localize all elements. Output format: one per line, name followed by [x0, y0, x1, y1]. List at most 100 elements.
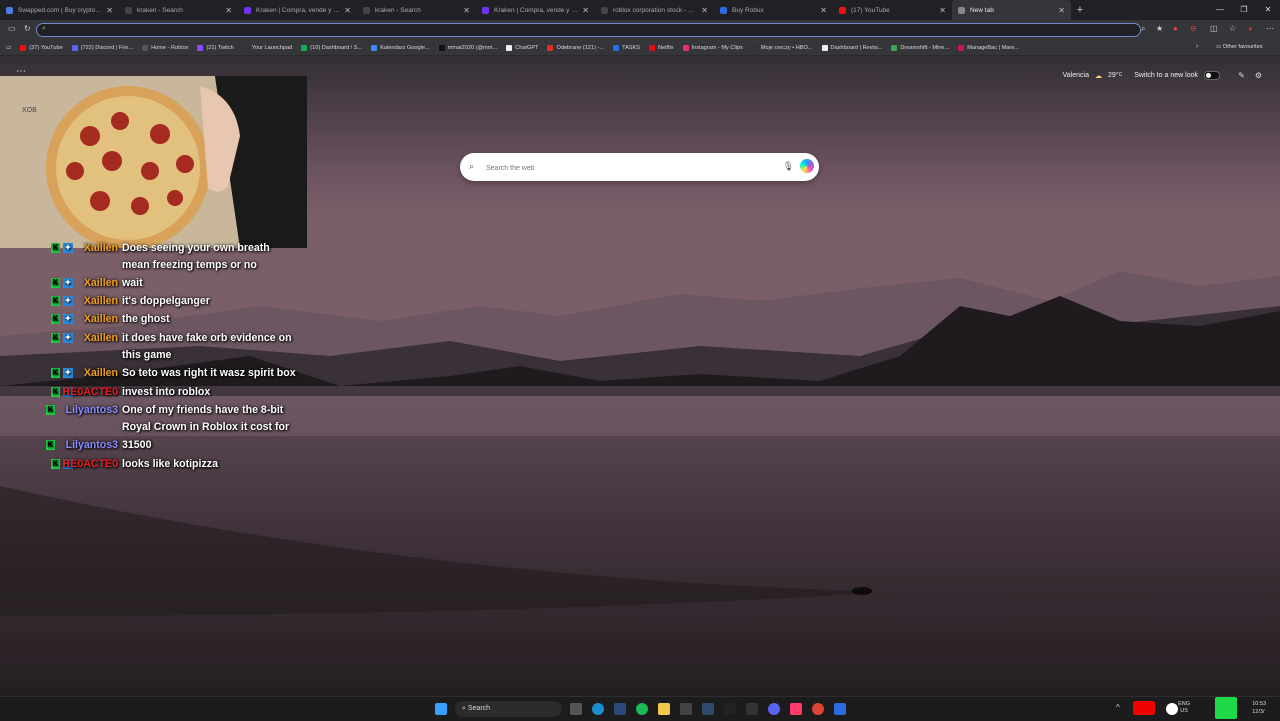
close-icon[interactable]: ✕ — [939, 6, 946, 15]
browser-tab[interactable]: kraken - Search ✕ — [357, 0, 476, 20]
new-tab-button[interactable]: + — [1071, 4, 1089, 16]
bookmark-item[interactable]: (21) Twitch — [197, 44, 234, 51]
chrome-icon[interactable] — [812, 703, 824, 715]
pencil-icon[interactable]: ✎ — [1238, 71, 1245, 80]
chat-username[interactable]: Xaillen — [84, 275, 118, 292]
copilot-icon[interactable] — [800, 159, 814, 173]
gear-icon[interactable]: ⚙ — [1255, 71, 1262, 80]
close-icon[interactable]: ✕ — [1058, 6, 1065, 15]
browser-tab[interactable]: New tab ✕ — [952, 0, 1071, 20]
clock[interactable]: 10:53 12/3/ — [1252, 700, 1266, 716]
web-search-box[interactable]: ⌕ 🎙 — [460, 153, 819, 181]
bookmark-item[interactable]: Dreamshift - Mine... — [891, 44, 949, 51]
extension-icon[interactable]: ● — [1173, 24, 1178, 33]
chevron-up-icon[interactable]: ^ — [1116, 703, 1120, 712]
chat-username[interactable]: Xaillen — [84, 240, 118, 257]
start-windows-icon[interactable] — [435, 703, 447, 715]
kick-overlay-icon — [1215, 697, 1237, 719]
browser-tab[interactable]: Kraken | Compra, vende y opera co✕ — [476, 0, 595, 20]
bookmark-item[interactable]: Odebrane (121) -... — [547, 44, 604, 51]
tiktok-icon[interactable] — [790, 703, 802, 715]
folder-icon[interactable]: ▭ — [6, 45, 11, 51]
chat-username[interactable]: Xaillen — [84, 293, 118, 310]
new-look-toggle[interactable] — [1204, 71, 1220, 80]
app-icon[interactable] — [746, 703, 758, 715]
restore-icon[interactable]: ❐ — [1232, 0, 1256, 20]
chat-username[interactable]: RE0ACTE0 — [63, 384, 118, 401]
browser-tab[interactable]: (17) YouTube ✕ — [833, 0, 952, 20]
tab-title: kraken - Search — [375, 6, 421, 14]
other-favourites[interactable]: ▭ Other favourites — [1216, 44, 1263, 50]
browser-tab[interactable]: roblox corporation stock - Search ✕ — [595, 0, 714, 20]
bookmark-item[interactable]: ManageBac | Mare... — [958, 44, 1019, 51]
extension-icon[interactable]: ⊖ — [1190, 24, 1197, 33]
app-icon[interactable] — [702, 703, 714, 715]
app-tray-icon[interactable] — [1166, 703, 1178, 715]
close-icon[interactable]: ✕ — [463, 6, 470, 15]
edge-icon[interactable] — [592, 703, 604, 715]
reload-icon[interactable]: ↻ — [24, 24, 31, 33]
steam-icon[interactable] — [614, 703, 626, 715]
browser-tab[interactable]: kraken - Search ✕ — [119, 0, 238, 20]
weather-city: Valencia — [1062, 72, 1089, 79]
close-icon[interactable]: ✕ — [582, 6, 589, 15]
bookmark-item[interactable]: Home - Roblox — [142, 44, 189, 51]
zoom-icon[interactable]: ⌕ — [1141, 24, 1145, 34]
browser-tab[interactable]: Buy Robux ✕ — [714, 0, 833, 20]
language-indicator[interactable]: ENG US — [1178, 701, 1190, 715]
bookmark-item[interactable]: mmat2020 (@mm... — [438, 44, 497, 51]
close-icon[interactable]: ✕ — [344, 6, 351, 15]
bookmark-label: Home - Roblox — [151, 44, 189, 51]
app-icon[interactable] — [724, 703, 736, 715]
search-input[interactable] — [484, 160, 778, 176]
minimize-icon[interactable]: — — [1208, 0, 1232, 20]
chat-text-line: invest into roblox — [122, 386, 211, 398]
app-icon[interactable] — [680, 703, 692, 715]
chat-username[interactable]: RE0ACTE0 — [63, 456, 118, 473]
close-icon[interactable]: ✕ — [820, 6, 827, 15]
chat-badges: K ✦ — [51, 278, 73, 288]
bookmark-item[interactable]: TASKS — [613, 44, 640, 51]
taskbar-search[interactable]: ⌕ Search — [455, 701, 562, 717]
bookmark-item[interactable]: Kalendarz Google... — [371, 44, 430, 51]
spotify-icon[interactable] — [636, 703, 648, 715]
bookmark-item[interactable]: (10) Dashboard / S... — [301, 44, 362, 51]
bookmark-item[interactable]: Your Launchpad — [242, 44, 292, 51]
task-view-icon[interactable] — [570, 703, 582, 715]
close-icon[interactable]: ✕ — [701, 6, 708, 15]
discord-icon[interactable] — [768, 703, 780, 715]
favorites-icon[interactable]: ☆ — [1229, 24, 1236, 33]
sidebar-icon[interactable]: ▭ — [8, 24, 16, 33]
bookmark-item[interactable]: ChatGPT — [506, 44, 538, 51]
chat-username[interactable]: Xaillen — [84, 330, 118, 347]
chevron-right-icon[interactable]: › — [1196, 43, 1198, 50]
bookmark-item[interactable]: (37) YouTube — [20, 44, 63, 51]
browser-tab[interactable]: Swapped.com | Buy crypto with yo ✕ — [0, 0, 119, 20]
close-icon[interactable]: ✕ — [225, 6, 232, 15]
bookmark-item[interactable]: Netflix — [649, 44, 674, 51]
file-explorer-icon[interactable] — [658, 703, 670, 715]
profile-avatar[interactable]: ● — [1248, 24, 1253, 33]
close-icon[interactable]: ✕ — [106, 6, 113, 15]
close-window-icon[interactable]: ✕ — [1256, 0, 1280, 20]
split-screen-icon[interactable]: ◫ — [1210, 24, 1218, 33]
chat-text: it's doppelganger — [122, 293, 307, 310]
weather-widget[interactable]: Valencia ☁ 29°C Switch to a new look — [1063, 71, 1220, 80]
youtube-icon[interactable] — [1133, 701, 1155, 715]
chat-username[interactable]: Lilyantos3 — [66, 437, 118, 454]
app-icon[interactable] — [834, 703, 846, 715]
chat-username[interactable]: Xaillen — [84, 365, 118, 382]
bookmark-item[interactable]: Moje rzeczy • HBO... — [751, 44, 813, 51]
browser-tab[interactable]: Kraken | Compra, vende y opera co✕ — [238, 0, 357, 20]
bookmark-item[interactable]: Instagram - My Clips — [682, 44, 743, 51]
microphone-icon[interactable]: 🎙 — [783, 161, 794, 172]
address-bar[interactable]: ⌕ — [36, 23, 1141, 42]
menu-icon[interactable]: ⋯ — [1266, 24, 1274, 33]
star-icon[interactable]: ★ — [1156, 24, 1163, 33]
chat-text-line: looks like kotipizza — [122, 458, 218, 470]
chat-username[interactable]: Xaillen — [84, 311, 118, 328]
chat-username[interactable]: Lilyantos3 — [66, 402, 118, 419]
bookmark-item[interactable]: Dashboard | Revisi... — [821, 44, 882, 51]
bookmark-item[interactable]: (722) Discord | Frie... — [71, 44, 133, 51]
more-options-icon[interactable]: ⋯ — [16, 66, 26, 77]
